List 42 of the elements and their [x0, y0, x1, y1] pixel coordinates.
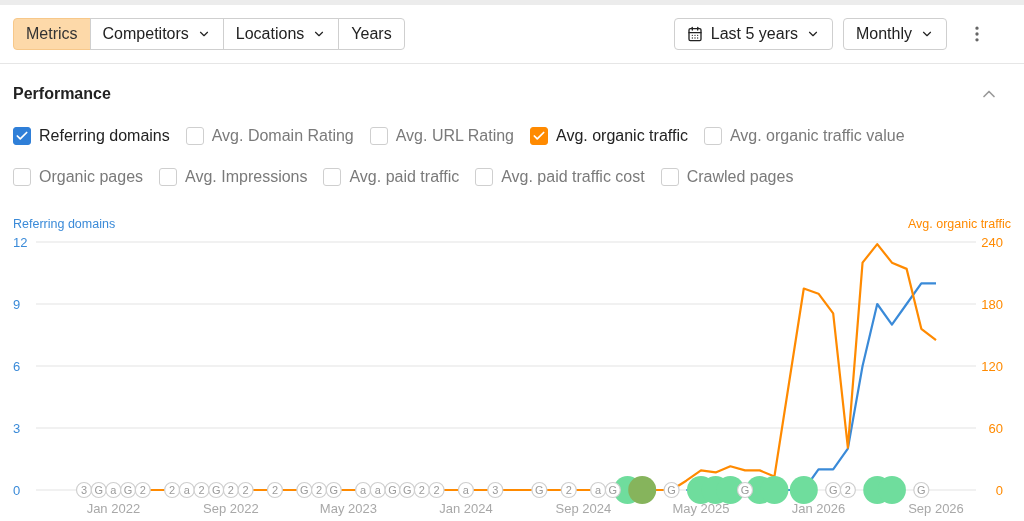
- checkbox-label: Avg. Domain Rating: [211, 126, 354, 146]
- axis-tick-label: Jan 2026: [791, 500, 846, 516]
- axis-tick-label: Sep 2026: [908, 500, 964, 516]
- checkbox[interactable]: [530, 127, 548, 145]
- axis-tick-label: 9: [13, 296, 21, 312]
- checkbox-label: Avg. paid traffic: [349, 167, 460, 187]
- checkbox[interactable]: [13, 127, 31, 145]
- axis-tick-label: Jan 2022: [86, 500, 141, 516]
- axis-tick-label: May 2023: [319, 500, 377, 516]
- axis-tick-label: 3: [13, 420, 21, 436]
- axis-title: Avg. organic traffic: [907, 216, 1011, 233]
- check-icon: [15, 129, 29, 143]
- axis-tick-label: 0: [13, 482, 21, 498]
- checkbox-label: Avg. organic traffic: [556, 126, 688, 146]
- interval-button[interactable]: Monthly: [842, 18, 947, 50]
- segment-tab[interactable]: Competitors: [89, 18, 224, 50]
- checkbox-label: Referring domains: [39, 126, 170, 146]
- check-icon: [532, 129, 546, 143]
- checkbox-label: Avg. organic traffic value: [729, 126, 905, 146]
- section-title: Performance: [13, 84, 111, 104]
- checkbox-label: Avg. paid traffic cost: [501, 167, 645, 187]
- axis-tick-label: Sep 2022: [203, 500, 259, 516]
- axis-tick-label: 240: [981, 234, 1003, 250]
- date-range-button[interactable]: Last 5 years: [673, 18, 833, 50]
- axis-tick-label: 180: [981, 296, 1003, 312]
- segment-tab[interactable]: Metrics: [13, 18, 91, 50]
- calendar-icon: [686, 26, 703, 42]
- checkbox-label: Avg. Impressions: [185, 167, 308, 187]
- checkbox-label: Organic pages: [39, 167, 144, 187]
- axis-tick-label: 12: [13, 234, 28, 250]
- axis-tick-label: Sep 2024: [555, 500, 612, 516]
- axis-title: Referring domains: [13, 216, 116, 233]
- axis-tick-label: 0: [995, 482, 1003, 498]
- axis-tick-label: May 2025: [672, 500, 730, 516]
- axis-tick-label: 6: [13, 358, 21, 374]
- checkbox-label: Avg. URL Rating: [395, 126, 514, 146]
- axis-tick-label: Jan 2024: [439, 500, 493, 516]
- axis-tick-label: 120: [981, 358, 1003, 374]
- segment-tab[interactable]: Years: [338, 18, 405, 50]
- segment-tab[interactable]: Locations: [222, 18, 340, 50]
- checkbox-label: Crawled pages: [686, 167, 794, 187]
- axis-tick-label: 60: [988, 420, 1003, 436]
